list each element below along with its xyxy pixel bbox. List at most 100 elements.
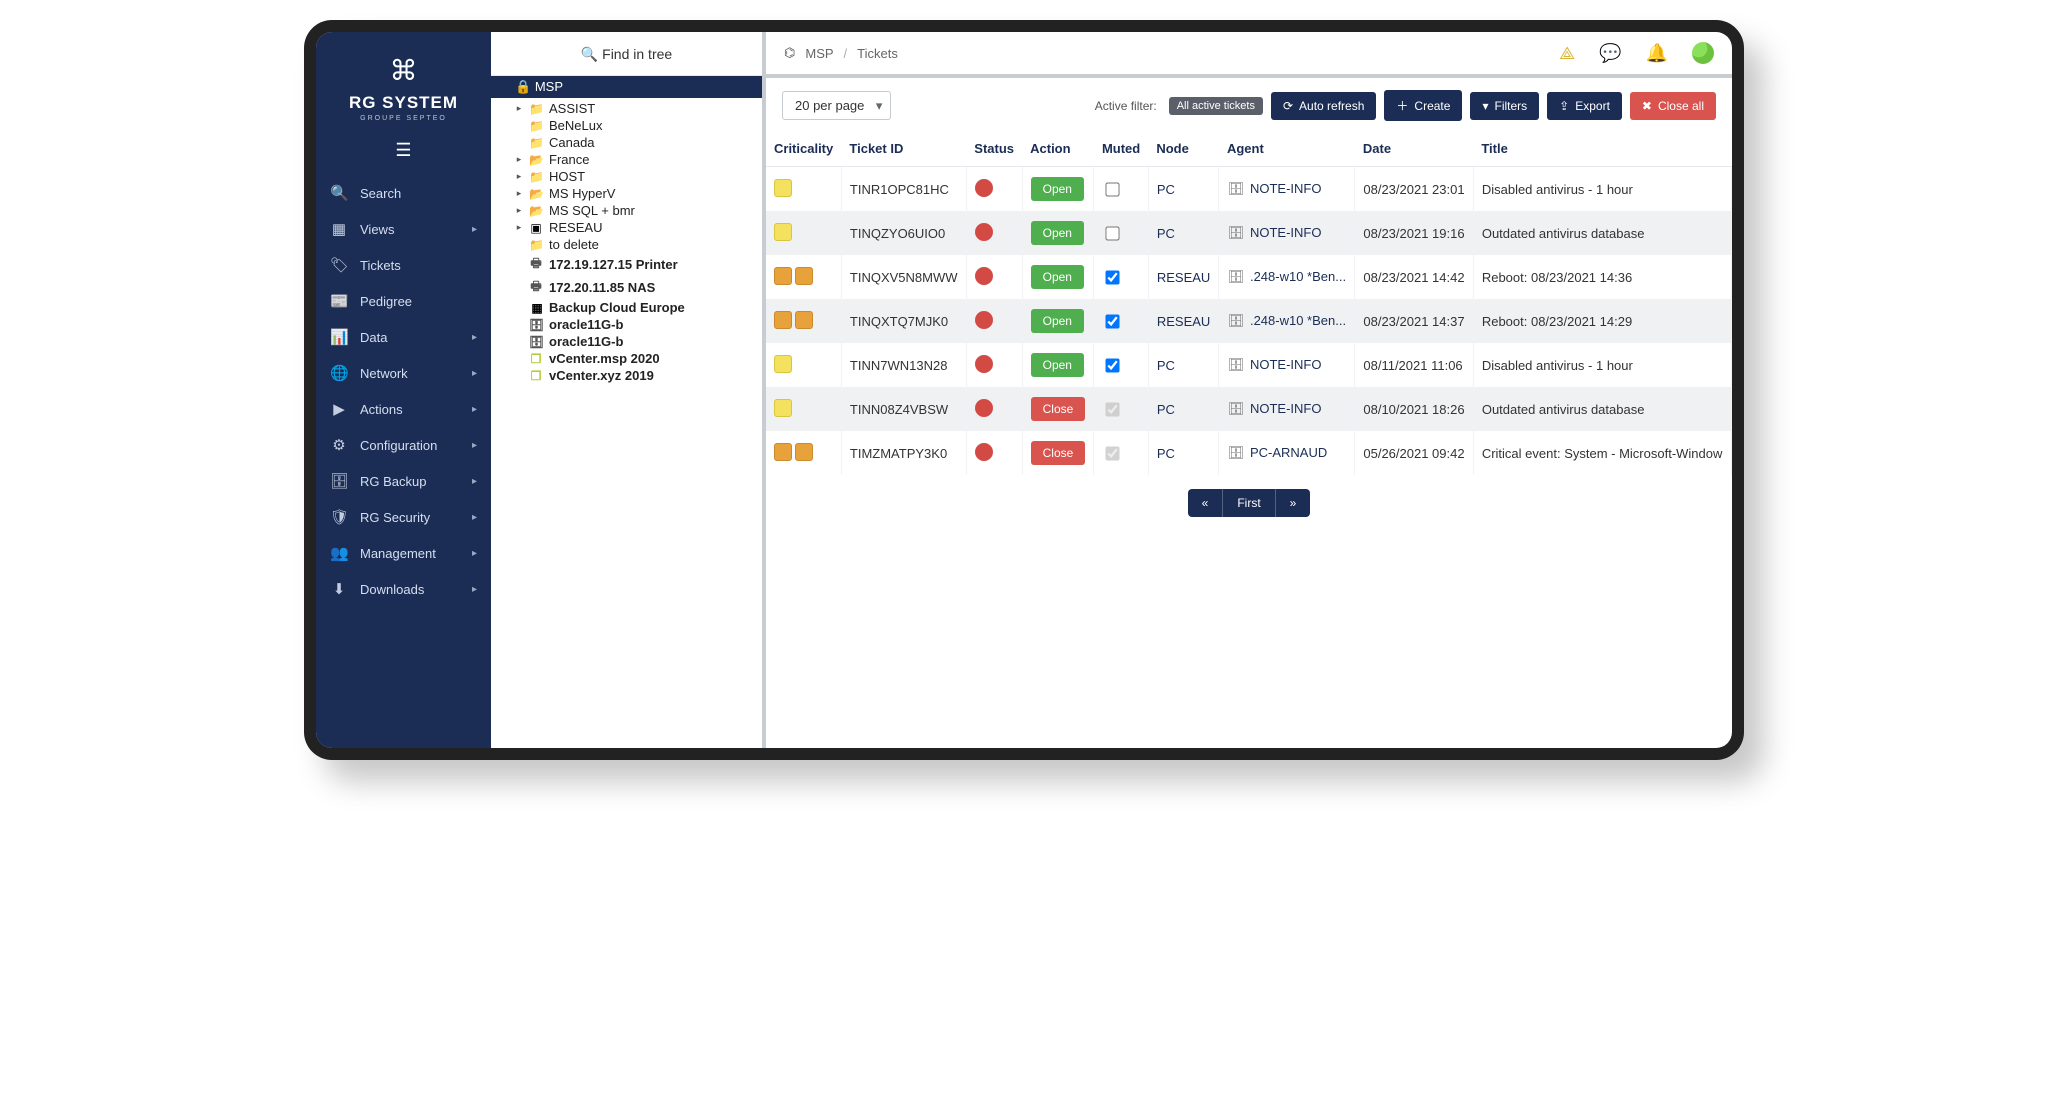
tree-item[interactable]: ❒vCenter.xyz 2019 [515,367,756,384]
tree-item[interactable]: 📁BeNeLux [515,117,756,134]
sidebar-item-search[interactable]: 🔍Search [316,175,491,211]
tree-item[interactable]: 🖶172.20.11.85 NAS [515,276,756,299]
ticket-id[interactable]: TINN08Z4VBSW [841,387,966,431]
ticket-id[interactable]: TINQXV5N8MWW [841,255,966,299]
action-open-button[interactable]: Open [1031,221,1084,245]
sidebar-item-label: RG Security [360,510,430,525]
table-row: TINQXV5N8MWWOpenRESEAU🗄.248-w10 *Ben...0… [766,255,1732,299]
sidebar-item-label: Downloads [360,582,424,597]
create-button[interactable]: ＋ Create [1384,90,1462,121]
muted-checkbox[interactable] [1106,358,1120,372]
sidebar-item-rg-backup[interactable]: 🗄RG Backup▸ [316,463,491,499]
tree-item[interactable]: ▸📁HOST [515,168,756,185]
node-link[interactable]: PC [1157,182,1175,197]
sidebar-item-management[interactable]: 👥Management▸ [316,535,491,571]
sidebar-toggle[interactable]: ☰ [316,132,491,175]
sidebar-item-data[interactable]: 📊Data▸ [316,319,491,355]
pager-next[interactable]: » [1275,489,1311,517]
ticket-id[interactable]: TIMZMATPY3K0 [841,431,966,475]
tree-item[interactable]: ▸▣RESEAU [515,219,756,236]
muted-checkbox[interactable] [1106,226,1120,240]
sidebar-item-rg-security[interactable]: 🛡RG Security▸ [316,499,491,535]
pager-prev[interactable]: « [1188,489,1223,517]
tree-item[interactable]: ▸📂France [515,151,756,168]
col-ticket-id[interactable]: Ticket ID [841,131,966,167]
bell-icon[interactable]: 🔔 [1646,43,1668,64]
sidebar-item-tickets[interactable]: 🏷Tickets [316,247,491,283]
node-link[interactable]: PC [1157,358,1175,373]
tree-item[interactable]: 🗄oracle11G-b [515,333,756,350]
muted-checkbox[interactable] [1106,314,1120,328]
sidebar-item-icon: 🗄 [330,472,348,490]
action-open-button[interactable]: Open [1031,353,1084,377]
per-page-select[interactable]: 20 per page [782,91,891,120]
ticket-id[interactable]: TINQZYO6UIO0 [841,211,966,255]
find-in-tree[interactable]: 🔍 Find in tree [491,32,762,76]
col-action[interactable]: Action [1022,131,1094,167]
node-link[interactable]: PC [1157,226,1175,241]
close-all-button[interactable]: ✖ Close all [1630,92,1716,120]
agent-link[interactable]: .248-w10 *Ben... [1250,269,1346,284]
action-close-button[interactable]: Close [1031,441,1086,465]
sidebar-item-configuration[interactable]: ⚙Configuration▸ [316,427,491,463]
muted-checkbox[interactable] [1106,182,1120,196]
agent-link[interactable]: NOTE-INFO [1250,181,1322,196]
agent-link[interactable]: PC-ARNAUD [1250,445,1327,460]
col-title[interactable]: Title [1473,131,1731,167]
tree-item[interactable]: 🗄oracle11G-b [515,316,756,333]
chat-icon[interactable]: 💬 [1599,43,1621,64]
breadcrumb-org[interactable]: MSP [805,46,833,61]
action-open-button[interactable]: Open [1031,265,1084,289]
col-muted[interactable]: Muted [1094,131,1148,167]
org-tree-icon[interactable]: ⌬ [784,45,795,61]
tree-item[interactable]: 📁Canada [515,134,756,151]
sidebar-item-pedigree[interactable]: 📰Pedigree [316,283,491,319]
tree-root[interactable]: 🔒 MSP [491,76,762,98]
avatar[interactable] [1692,42,1714,64]
tree-item[interactable]: ▦Backup Cloud Europe [515,299,756,316]
node-link[interactable]: RESEAU [1157,314,1210,329]
sidebar-item-label: Actions [360,402,403,417]
table-row: TINQXTQ7MJK0OpenRESEAU🗄.248-w10 *Ben...0… [766,299,1732,343]
sidebar-item-views[interactable]: ▦Views▸ [316,211,491,247]
tree-item[interactable]: ▸📂MS HyperV [515,185,756,202]
action-open-button[interactable]: Open [1031,309,1084,333]
sidebar-item-network[interactable]: 🌐Network▸ [316,355,491,391]
export-button[interactable]: ⇪ Export [1547,92,1622,120]
action-open-button[interactable]: Open [1031,177,1084,201]
node-link[interactable]: PC [1157,446,1175,461]
col-agent[interactable]: Agent [1219,131,1355,167]
muted-checkbox[interactable] [1106,270,1120,284]
node-link[interactable]: PC [1157,402,1175,417]
agent-link[interactable]: NOTE-INFO [1250,357,1322,372]
action-close-button[interactable]: Close [1031,397,1086,421]
ticket-date: 08/11/2021 11:06 [1355,343,1473,387]
table-row: TINN08Z4VBSWClosePC🗄NOTE-INFO08/10/2021 … [766,387,1732,431]
ticket-id[interactable]: TINR1OPC81HC [841,167,966,212]
filters-button[interactable]: ▾ Filters [1470,92,1539,120]
active-filter-pill[interactable]: All active tickets [1169,97,1263,115]
alerts-icon[interactable]: ⟁ [1559,43,1575,64]
col-status[interactable]: Status [966,131,1022,167]
tree-item[interactable]: ▸📂MS SQL + bmr [515,202,756,219]
agent-link[interactable]: NOTE-INFO [1250,225,1322,240]
tree-item[interactable]: ▸📁ASSIST [515,100,756,117]
sidebar-item-actions[interactable]: ▶Actions▸ [316,391,491,427]
auto-refresh-button[interactable]: ⟳ Auto refresh [1271,92,1376,120]
sidebar-item-icon: ⚙ [330,436,348,454]
pager-first[interactable]: First [1222,489,1274,517]
tree-item[interactable]: 🖶172.19.127.15 Printer [515,253,756,276]
chevron-right-icon: ▸ [472,224,477,235]
status-dot-icon [975,223,993,241]
tree-item[interactable]: 📁to delete [515,236,756,253]
col-criticality[interactable]: Criticality [766,131,841,167]
col-node[interactable]: Node [1148,131,1219,167]
ticket-id[interactable]: TINN7WN13N28 [841,343,966,387]
sidebar-item-downloads[interactable]: ⬇Downloads▸ [316,571,491,607]
tree-item[interactable]: ❒vCenter.msp 2020 [515,350,756,367]
ticket-id[interactable]: TINQXTQ7MJK0 [841,299,966,343]
agent-link[interactable]: NOTE-INFO [1250,401,1322,416]
col-date[interactable]: Date [1355,131,1473,167]
agent-link[interactable]: .248-w10 *Ben... [1250,313,1346,328]
node-link[interactable]: RESEAU [1157,270,1210,285]
